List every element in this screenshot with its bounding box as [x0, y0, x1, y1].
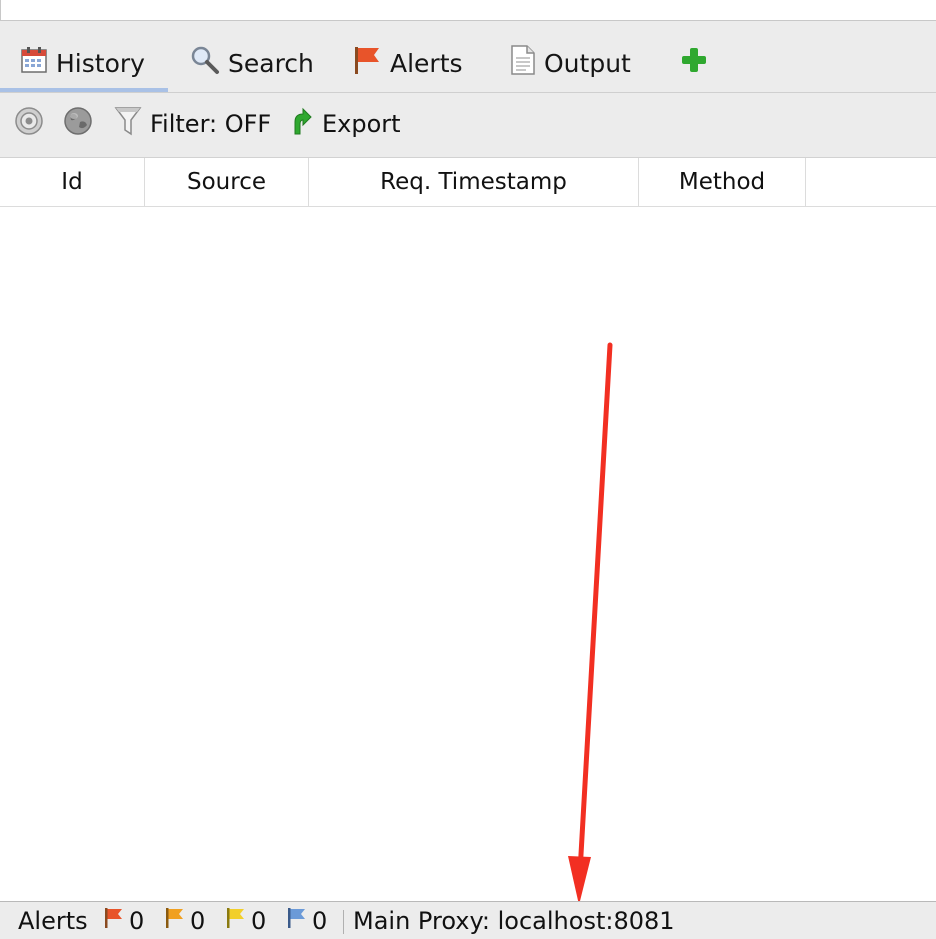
filter-label: Filter: OFF	[150, 110, 272, 138]
magnifier-icon	[190, 45, 220, 81]
target-icon	[14, 106, 44, 142]
tab-label: Search	[228, 48, 314, 78]
column-header-req-timestamp[interactable]: Req. Timestamp	[309, 158, 639, 206]
calendar-icon	[20, 46, 48, 80]
flag-high-icon	[103, 907, 123, 935]
tab-history[interactable]: History	[20, 43, 145, 83]
plus-icon	[680, 46, 708, 80]
column-header-label: Method	[678, 169, 766, 195]
tab-output[interactable]: Output	[510, 43, 631, 83]
table-header: Id Source Req. Timestamp Method	[0, 158, 936, 207]
tab-bar: History Search Alerts Output	[0, 21, 936, 93]
tab-label: Alerts	[390, 48, 463, 78]
alert-count-value: 0	[190, 907, 206, 935]
column-header-label: Req. Timestamp	[380, 169, 567, 195]
export-label: Export	[322, 110, 401, 138]
tab-label: History	[56, 48, 145, 78]
alerts-label-text: Alerts	[18, 907, 88, 935]
column-header-label: Source	[187, 169, 266, 195]
flag-medium-icon	[164, 907, 184, 935]
column-header-method[interactable]: Method	[639, 158, 806, 206]
tab-alerts[interactable]: Alerts	[352, 43, 463, 83]
toolbar: Filter: OFF Export	[0, 93, 936, 158]
status-alerts-label: Alerts	[18, 906, 88, 936]
globe-button[interactable]	[62, 105, 94, 143]
status-separator	[343, 910, 344, 934]
alert-count-value: 0	[129, 907, 145, 935]
top-strip-edge	[0, 0, 1, 20]
export-button[interactable]: Export	[290, 105, 401, 143]
flag-info-icon	[286, 907, 306, 935]
document-icon	[510, 45, 536, 81]
main-proxy-status: Main Proxy: localhost:8081	[353, 906, 675, 936]
tab-label: Output	[544, 48, 631, 78]
tab-add[interactable]	[680, 43, 716, 83]
column-header-label: Id	[61, 169, 83, 195]
globe-icon	[62, 105, 94, 143]
alert-count-value: 0	[312, 907, 328, 935]
alert-count-high[interactable]: 0	[103, 906, 144, 936]
flag-icon	[352, 45, 382, 81]
alert-count-low[interactable]: 0	[225, 906, 266, 936]
main-proxy-text: Main Proxy: localhost:8081	[353, 907, 675, 935]
funnel-icon	[114, 105, 142, 143]
column-header-id[interactable]: Id	[0, 158, 145, 206]
flag-low-icon	[225, 907, 245, 935]
alert-count-info[interactable]: 0	[286, 906, 327, 936]
filter-button[interactable]: Filter: OFF	[114, 105, 271, 143]
status-bar: Alerts 0 0 0 0 Main Proxy: localhost:808…	[0, 901, 936, 939]
column-header-source[interactable]: Source	[145, 158, 309, 206]
export-arrow-icon	[290, 106, 312, 142]
active-tab-indicator	[0, 88, 168, 92]
history-table-body[interactable]	[0, 207, 936, 901]
top-strip	[0, 0, 936, 21]
alert-count-value: 0	[251, 907, 267, 935]
tab-search[interactable]: Search	[190, 43, 314, 83]
alert-count-medium[interactable]: 0	[164, 906, 205, 936]
target-button[interactable]	[14, 105, 44, 143]
